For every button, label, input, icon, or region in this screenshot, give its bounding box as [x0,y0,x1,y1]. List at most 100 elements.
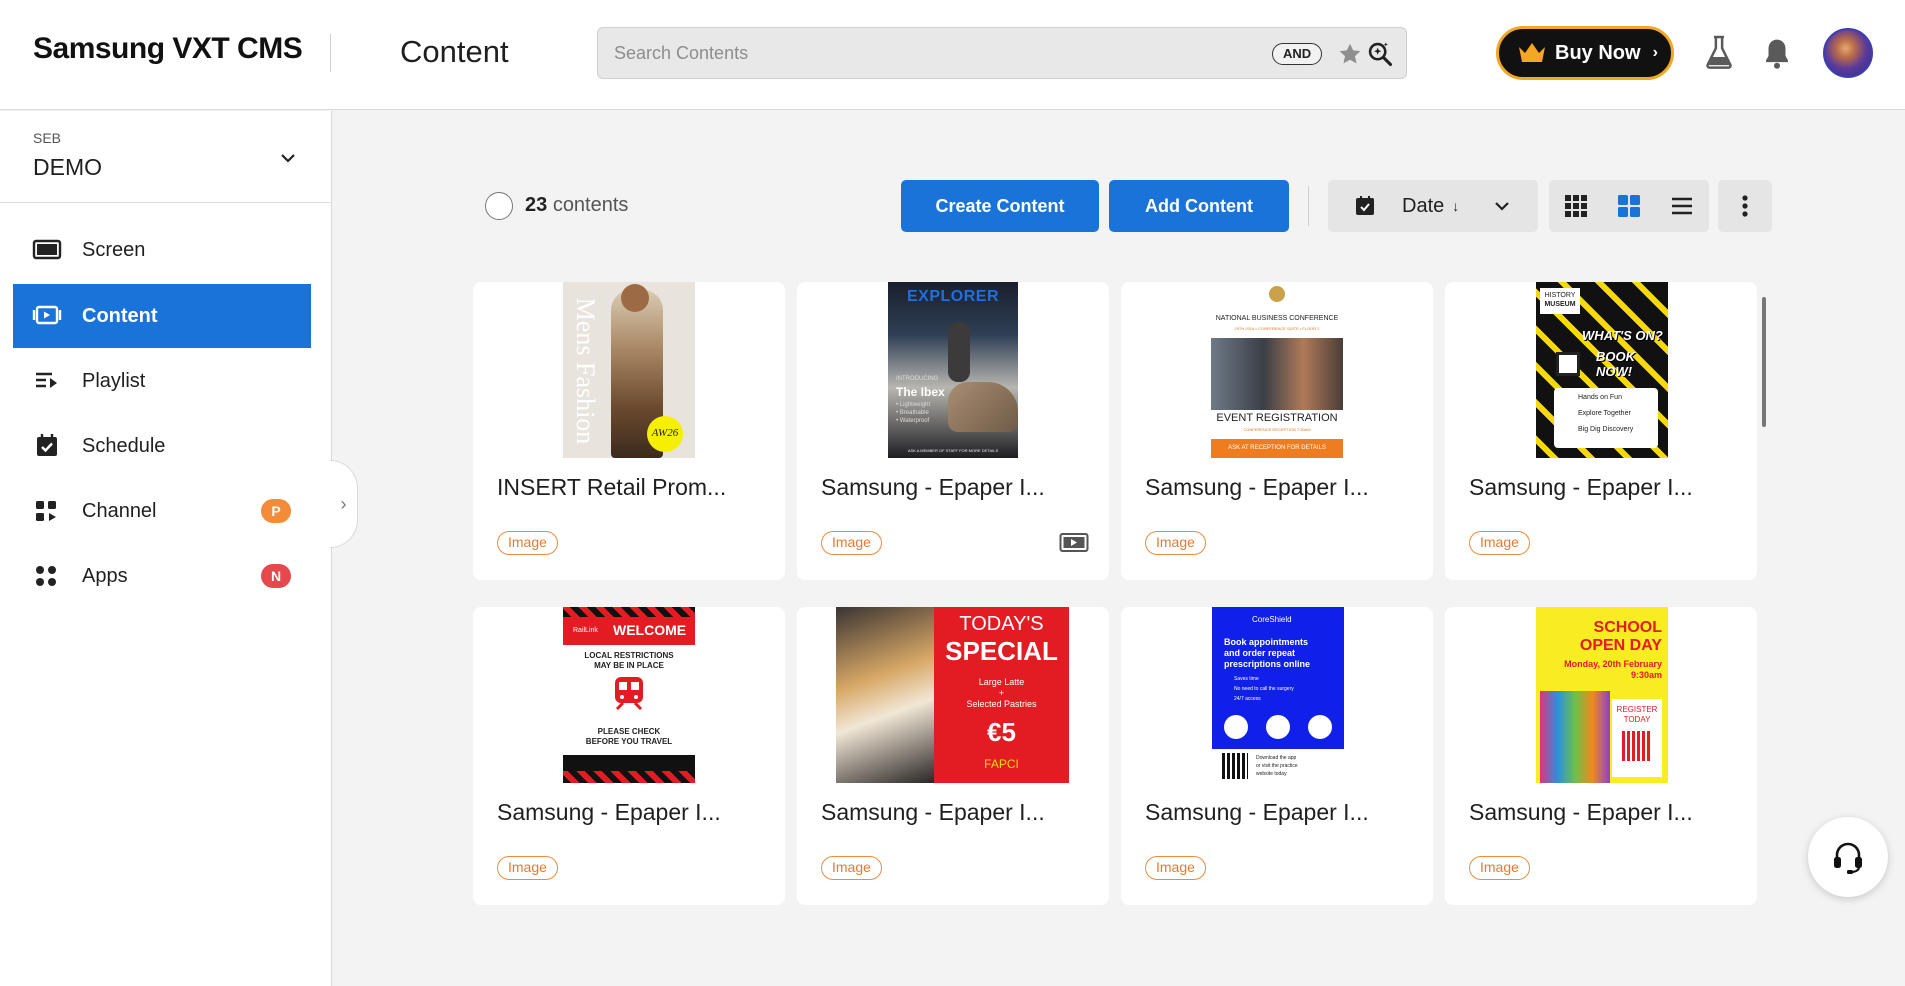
search-input[interactable] [614,28,1214,78]
content-thumbnail: CoreShield Book appointments and order r… [1212,607,1344,783]
organization-selector[interactable]: SEB DEMO [0,111,331,203]
thumbnail-text: REGISTER [1616,705,1658,714]
content-title: Samsung - Epaper I... [1469,474,1693,500]
thumbnail-text: RailLink [573,627,598,634]
thumbnail-text: OPEN DAY [1579,637,1662,654]
buy-now-button[interactable]: Buy Now › [1496,26,1674,80]
create-content-button[interactable]: Create Content [901,180,1099,232]
thumbnail-text: CoreShield [1252,615,1292,624]
thumbnail-text: TODAY [1623,715,1651,724]
thumbnail-text: MUSEUM [1544,301,1576,308]
content-card[interactable]: TODAY'S SPECIAL Large Latte + Selected P… [797,607,1109,905]
content-title: Samsung - Epaper I... [1469,799,1693,825]
select-all-checkbox[interactable] [485,192,513,220]
train-icon [615,677,643,711]
thumbnail-text: Download the app [1256,755,1297,761]
content-type-tag: Image [1145,531,1206,555]
sort-direction-icon[interactable]: ↓ [1452,198,1459,214]
content-card[interactable]: NATIONAL BUSINESS CONFERENCE 29TH 2014 •… [1121,282,1433,580]
content-type-tag: Image [497,856,558,880]
sidebar-item-schedule[interactable]: Schedule [13,414,311,478]
sidebar-item-label: Schedule [82,434,166,457]
large-grid-icon [1617,195,1640,217]
bell-icon[interactable] [1762,36,1792,70]
thumbnail-text: LOCAL RESTRICTIONS [584,651,674,660]
toolbar-divider [1308,186,1309,226]
app-logo[interactable]: Samsung VXT CMS [33,32,303,66]
star-icon[interactable] [1337,41,1363,67]
thumbnail-text: AW26 [651,427,679,439]
thumbnail-text: ASK A MEMBER OF STAFF FOR MORE DETAILS [907,448,999,453]
thumbnail-text: CONFERENCE RECEPTION 7:30AM [1243,427,1311,432]
content-title: Samsung - Epaper I... [821,474,1045,500]
more-options-button[interactable] [1718,180,1772,232]
sidebar-item-label: Content [82,304,158,327]
view-small-grid-button[interactable] [1549,180,1602,232]
user-avatar[interactable] [1823,28,1873,78]
content-card[interactable]: RailLink WELCOME LOCAL RESTRICTIONS MAY … [473,607,785,905]
content-type-tag: Image [1469,531,1530,555]
ai-search-icon[interactable] [1366,40,1394,68]
add-content-button[interactable]: Add Content [1109,180,1289,232]
content-count-number: 23 [525,194,548,216]
content-card[interactable]: SCHOOL OPEN DAY Monday, 20th February 9:… [1445,607,1757,905]
content-title: Samsung - Epaper I... [1145,474,1369,500]
content-title: Samsung - Epaper I... [1145,799,1369,825]
content-thumbnail: HISTORY MUSEUM WHAT'S ON? BOOK NOW! Hand… [1536,282,1668,458]
sidebar-item-apps[interactable]: Apps N [13,544,311,608]
thumbnail-text: Hands on Fun [1578,394,1622,401]
thumbnail-text: and order repeat [1224,648,1296,658]
content-scrollbar[interactable] [1762,297,1766,427]
content-count-suffix: contents [552,194,629,216]
thumbnail-text: ASK AT RECEPTION FOR DETAILS [1228,445,1326,451]
sidebar-item-channel[interactable]: Channel P [13,479,311,543]
top-header: Samsung VXT CMS Content AND Buy Now › [0,0,1905,110]
apps-badge: N [261,564,291,588]
thumbnail-text: or visit the practice [1256,763,1298,769]
thumbnail-text: MAY BE IN PLACE [594,661,664,670]
thumbnail-text: BOOK [1596,349,1635,364]
content-card[interactable]: HISTORY MUSEUM WHAT'S ON? BOOK NOW! Hand… [1445,282,1757,580]
list-view-icon [1671,197,1692,215]
thumbnail-text: NOW! [1596,364,1633,379]
search-operator-toggle[interactable]: AND [1272,43,1323,65]
playing-on-screen-icon [1059,533,1089,552]
sidebar-item-content[interactable]: Content [13,284,311,348]
thumbnail-text: FAPCI [984,757,1019,771]
content-thumbnail: EXPLORER INTRODUCING The Ibex • Lightwei… [888,282,1018,458]
thumbnail-text: Mens Fashion [571,297,600,445]
content-title: INSERT Retail Prom... [497,474,727,500]
page-title: Content [400,34,509,69]
content-card[interactable]: Mens Fashion AW26 INSERT Retail Prom... … [473,282,785,580]
content-card[interactable]: EXPLORER INTRODUCING The Ibex • Lightwei… [797,282,1109,580]
content-type-tag: Image [1469,856,1530,880]
thumbnail-text: HISTORY [1544,292,1576,299]
crown-icon [1519,43,1545,62]
thumbnail-text: EXPLORER [906,288,999,305]
thumbnail-text: Monday, 20th February [1564,659,1662,669]
content-type-tag: Image [821,856,882,880]
support-chat-button[interactable] [1808,817,1888,897]
screen-icon [32,239,62,260]
content-title: Samsung - Epaper I... [821,799,1045,825]
sidebar-item-screen[interactable]: Screen [13,218,311,282]
thumbnail-text: 9:30am [1630,670,1662,680]
content-card[interactable]: CoreShield Book appointments and order r… [1121,607,1433,905]
channel-badge: P [261,499,291,523]
thumbnail-text: PLEASE CHECK [597,727,661,736]
sidebar-item-playlist[interactable]: Playlist [13,349,311,413]
thumbnail-text: Selected Pastries [966,699,1037,709]
thumbnail-text: Big Dig Discovery [1578,426,1634,433]
flask-icon[interactable] [1704,34,1734,70]
view-list-button[interactable] [1655,180,1708,232]
view-large-grid-button[interactable] [1602,180,1655,232]
sidebar-item-label: Apps [82,564,128,587]
calendar-icon [1356,196,1374,215]
sidebar-collapse-toggle[interactable]: › [330,460,358,548]
thumbnail-text: NATIONAL BUSINESS CONFERENCE [1215,315,1339,322]
sort-dropdown[interactable]: Date ↓ [1328,180,1538,232]
content-thumbnail: TODAY'S SPECIAL Large Latte + Selected P… [836,607,1069,783]
headset-icon [1834,842,1862,874]
thumbnail-text: • Breathable [896,410,929,416]
schedule-icon [37,434,57,456]
